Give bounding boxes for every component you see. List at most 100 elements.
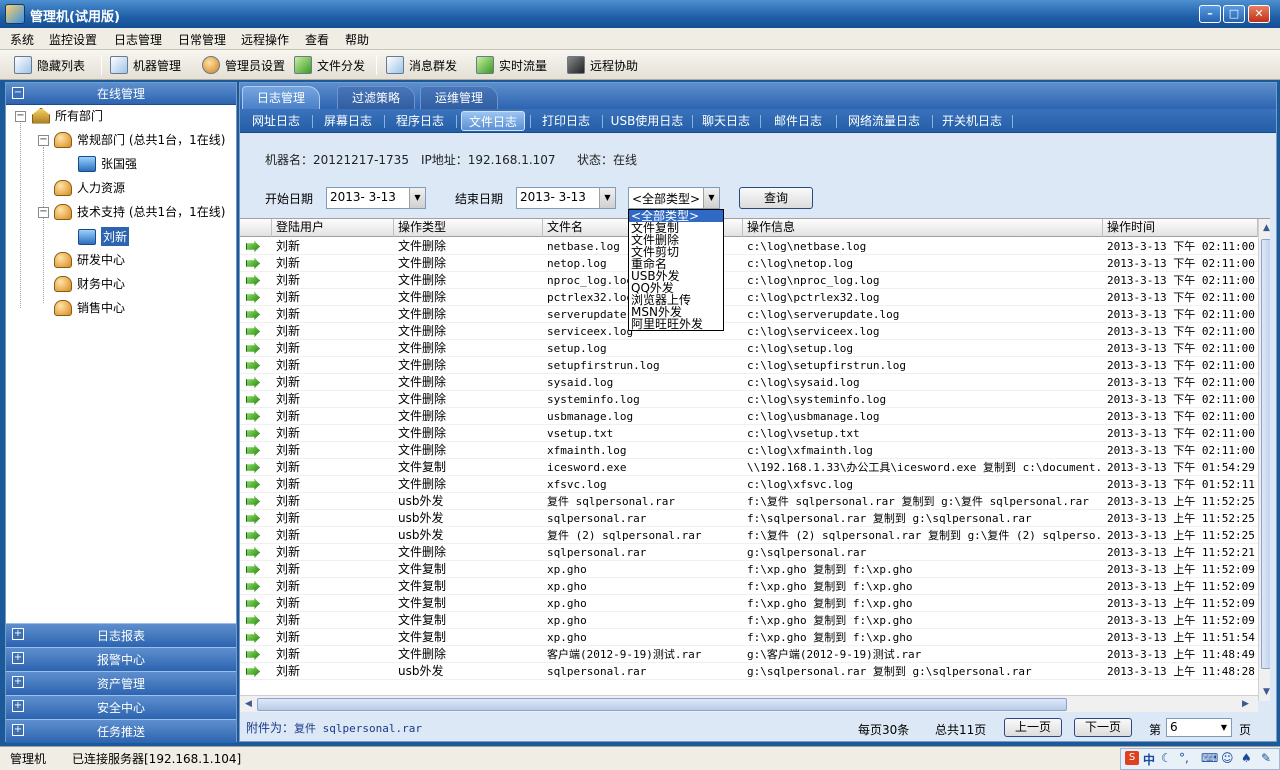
scroll-up-icon[interactable]: ▲ [1259, 220, 1270, 236]
horizontal-scrollbar[interactable]: ◀ ▶ [240, 695, 1258, 712]
type-option[interactable]: QQ外发 [629, 282, 723, 294]
table-row[interactable]: 刘新 文件复制 xp.gho f:\xp.gho 复制到 f:\xp.gho 2013-… [240, 595, 1258, 612]
subtab-file-log[interactable]: 文件日志 [461, 111, 525, 131]
table-row[interactable]: 刘新 文件删除 sqlpersonal.rar g:\sqlpersonal.rar 2… [240, 544, 1258, 561]
tools-icon[interactable]: ✎ [1261, 751, 1271, 765]
scroll-thumb[interactable] [257, 698, 1067, 711]
user-icon[interactable]: ☺ [1221, 751, 1234, 765]
type-option[interactable]: <全部类型> [629, 210, 723, 222]
vertical-scrollbar[interactable]: ▲ ▼ [1258, 219, 1270, 701]
table-row[interactable]: 刘新 文件删除 serviceex.log c:\log\serviceex.log 2… [240, 323, 1258, 340]
type-option[interactable]: 阿里旺旺外发 [629, 318, 723, 330]
type-option[interactable]: USB外发 [629, 270, 723, 282]
minimize-button[interactable]: – [1199, 5, 1221, 23]
sidebar-alarm-center[interactable]: + 报警中心 [6, 647, 236, 671]
hide-list-button[interactable]: 隐藏列表 [14, 54, 85, 76]
table-row[interactable]: 刘新 文件删除 vsetup.txt c:\log\vsetup.txt 2013-3-… [240, 425, 1258, 442]
menu-help[interactable]: 帮助 [345, 31, 369, 48]
scroll-left-icon[interactable]: ◀ [241, 696, 256, 712]
remote-assist-button[interactable]: 远程协助 [567, 54, 638, 76]
table-row[interactable]: 刘新 文件复制 xp.gho f:\xp.gho 复制到 f:\xp.gho 2013-… [240, 561, 1258, 578]
skin-icon[interactable]: ♠ [1241, 751, 1252, 765]
prev-page-button[interactable]: 上一页 [1004, 718, 1062, 737]
table-row[interactable]: 刘新 文件复制 xp.gho f:\xp.gho 复制到 f:\xp.gho 2013-… [240, 629, 1258, 646]
tree-expander[interactable]: − [15, 111, 26, 122]
tree-expander[interactable]: − [38, 135, 49, 146]
tree-node-rnd[interactable]: 研发中心 [54, 251, 125, 268]
subtab-traffic-log[interactable]: 网络流量日志 [842, 111, 926, 131]
sidebar-security-center[interactable]: + 安全中心 [6, 695, 236, 719]
subtab-power-log[interactable]: 开关机日志 [938, 111, 1006, 131]
table-row[interactable]: 刘新 文件删除 usbmanage.log c:\log\usbmanage.log 2… [240, 408, 1258, 425]
subtab-chat-log[interactable]: 聊天日志 [698, 111, 754, 131]
tab-log-management[interactable]: 日志管理 [242, 86, 321, 109]
table-row[interactable]: 刘新 文件复制 icesword.exe \\192.168.1.33\办公工具\ic… [240, 459, 1258, 476]
tab-ops-management[interactable]: 运维管理 [420, 86, 499, 109]
table-row[interactable]: 刘新 文件删除 sysaid.log c:\log\sysaid.log 2013-3-… [240, 374, 1258, 391]
tab-filter-policy[interactable]: 过滤策略 [337, 86, 416, 109]
col-op-time[interactable]: 操作时间 [1103, 219, 1258, 237]
table-row[interactable]: 刘新 文件删除 nproc_log.log c:\log\nproc_log.log 2… [240, 272, 1258, 289]
type-option[interactable]: 重命名 [629, 258, 723, 270]
table-row[interactable]: 刘新 文件删除 setup.log c:\log\setup.log 2013-3-13… [240, 340, 1258, 357]
subtab-print-log[interactable]: 打印日志 [536, 111, 596, 131]
ime-toolbar[interactable]: S 中 ☾ °, ⌨ ☺ ♠ ✎ [1120, 748, 1280, 770]
table-row[interactable]: 刘新 文件删除 客户端(2012-9-19)测试.rar g:\客户端(2012-9-… [240, 646, 1258, 663]
machine-management-button[interactable]: 机器管理 [110, 54, 181, 76]
menu-log-management[interactable]: 日志管理 [114, 31, 162, 48]
sidebar-task-push[interactable]: + 任务推送 [6, 719, 236, 743]
table-row[interactable]: 刘新 文件删除 xfsvc.log c:\log\xfsvc.log 2013-3-13… [240, 476, 1258, 493]
type-option[interactable]: 文件剪切 [629, 246, 723, 258]
menu-monitor-settings[interactable]: 监控设置 [49, 31, 97, 48]
keyboard-icon[interactable]: ⌨ [1201, 751, 1218, 765]
type-select[interactable]: <全部类型> ▼ [628, 187, 720, 209]
subtab-mail-log[interactable]: 邮件日志 [766, 111, 830, 131]
scroll-right-icon[interactable]: ▶ [1238, 696, 1253, 712]
tree-node-regular-dept[interactable]: 常规部门 (总共1台，1在线) [54, 131, 225, 148]
table-row[interactable]: 刘新 文件复制 xp.gho f:\xp.gho 复制到 f:\xp.gho 2013-… [240, 578, 1258, 595]
close-button[interactable]: ✕ [1248, 5, 1270, 23]
subtab-usb-log[interactable]: USB使用日志 [608, 111, 686, 131]
menu-view[interactable]: 查看 [305, 31, 329, 48]
table-row[interactable]: 刘新 文件删除 pctrlex32.log c:\log\pctrlex32.log 2… [240, 289, 1258, 306]
sidebar-asset-management[interactable]: + 资产管理 [6, 671, 236, 695]
table-row[interactable]: 刘新 文件删除 serverupdate.l c:\log\serverupdate.… [240, 306, 1258, 323]
table-row[interactable]: 刘新 文件复制 xp.gho f:\xp.gho 复制到 f:\xp.gho 2013-… [240, 612, 1258, 629]
subtab-program-log[interactable]: 程序日志 [390, 111, 450, 131]
next-page-button[interactable]: 下一页 [1074, 718, 1132, 737]
punctuation-icon[interactable]: °, [1179, 751, 1189, 765]
tree-node-sales[interactable]: 销售中心 [54, 299, 125, 316]
moon-icon[interactable]: ☾ [1161, 751, 1172, 765]
scroll-down-icon[interactable]: ▼ [1259, 684, 1270, 700]
subtab-screen-log[interactable]: 屏幕日志 [318, 111, 378, 131]
query-button[interactable]: 查询 [739, 187, 813, 209]
table-row[interactable]: 刘新 文件删除 xfmainth.log c:\log\xfmainth.log 201… [240, 442, 1258, 459]
tree-node-finance[interactable]: 财务中心 [54, 275, 125, 292]
type-option[interactable]: 文件复制 [629, 222, 723, 234]
tree-node-hr[interactable]: 人力资源 [54, 179, 125, 196]
col-op-info[interactable]: 操作信息 [743, 219, 1103, 237]
tree-node-computer-selected[interactable]: 刘新 [78, 227, 130, 246]
chevron-down-icon[interactable]: ▼ [409, 188, 425, 208]
menu-daily-management[interactable]: 日常管理 [178, 31, 226, 48]
chevron-down-icon[interactable]: ▼ [599, 188, 615, 208]
tree-node-all-departments[interactable]: 所有部门 [32, 107, 103, 124]
subtab-url-log[interactable]: 网址日志 [246, 111, 306, 131]
type-option[interactable]: MSN外发 [629, 306, 723, 318]
scroll-thumb[interactable] [1261, 239, 1270, 669]
type-option[interactable]: 浏览器上传 [629, 294, 723, 306]
table-row[interactable]: 刘新 文件删除 setupfirstrun.log c:\log\setupfirst… [240, 357, 1258, 374]
sidebar-log-reports[interactable]: + 日志报表 [6, 623, 236, 647]
menu-system[interactable]: 系统 [10, 31, 34, 48]
table-row[interactable]: 刘新 usb外发 sqlpersonal.rar f:\sqlpersonal.rar… [240, 510, 1258, 527]
table-row[interactable]: 刘新 文件删除 netbase.log c:\log\netbase.log 2013-… [240, 238, 1258, 255]
admin-settings-button[interactable]: 管理员设置 [202, 54, 285, 76]
type-option[interactable]: 文件删除 [629, 234, 723, 246]
maximize-button[interactable]: □ [1223, 5, 1245, 23]
table-row[interactable]: 刘新 usb外发 复件 sqlpersonal.rar f:\复件 sqlperson… [240, 493, 1258, 510]
chevron-down-icon[interactable]: ▼ [703, 188, 719, 208]
tree-node-computer[interactable]: 张国强 [78, 155, 137, 172]
page-select[interactable]: 6 ▼ [1166, 718, 1232, 737]
col-op-type[interactable]: 操作类型 [394, 219, 543, 237]
tree-node-tech-support[interactable]: 技术支持 (总共1台，1在线) [54, 203, 225, 220]
